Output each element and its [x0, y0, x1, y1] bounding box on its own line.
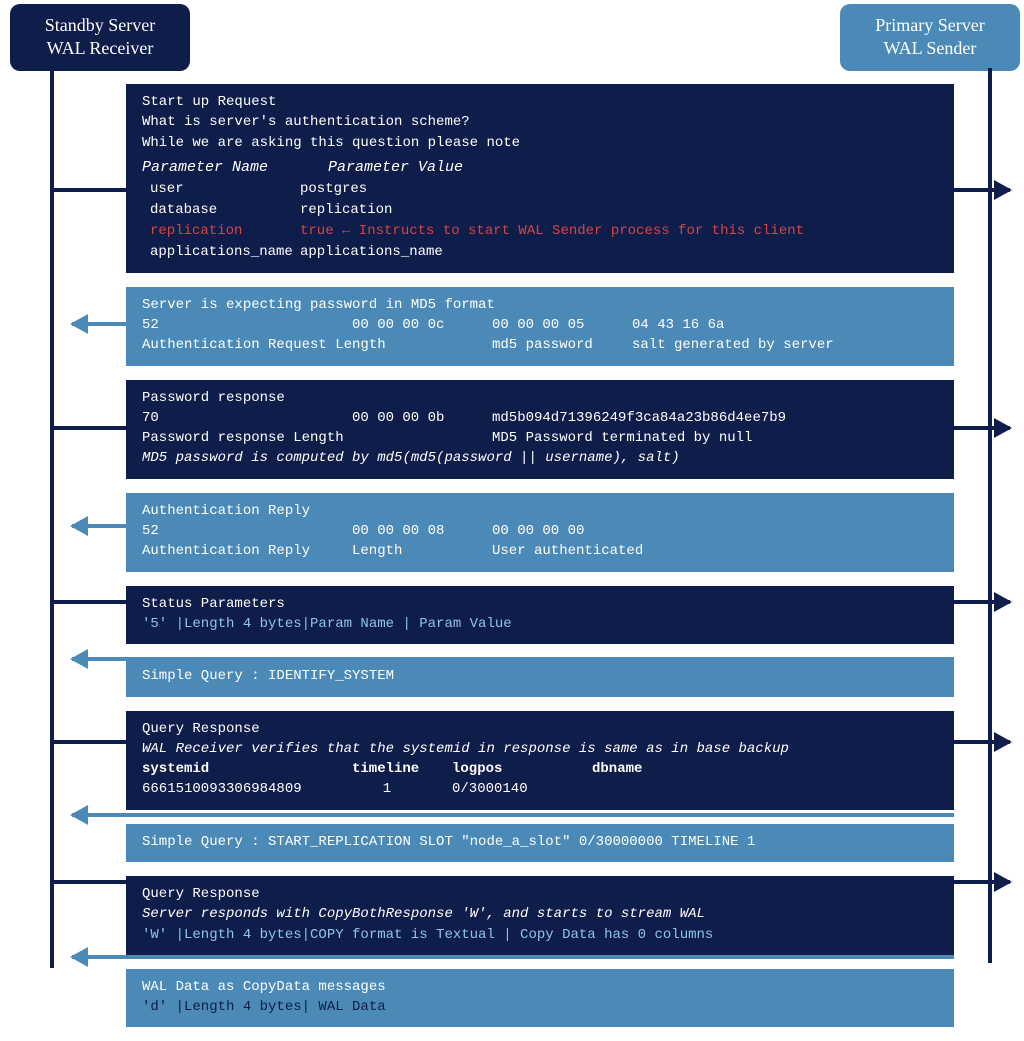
- msg3-title: Password response: [142, 388, 938, 408]
- msg4-c3a: 00 00 00 00: [492, 521, 938, 541]
- msg-start-replication: Simple Query : START_REPLICATION SLOT "n…: [126, 824, 954, 862]
- msg2-c1b: Authentication Request Length: [142, 335, 492, 355]
- msg1-line2: What is server's authentication scheme?: [142, 112, 938, 132]
- msg9-title: Query Response: [142, 884, 938, 904]
- msg3-c1b: Password response Length: [142, 428, 492, 448]
- standby-line1: Standby Server: [28, 14, 172, 37]
- msg-startup-request: Start up Request What is server's authen…: [126, 84, 954, 273]
- msg7-note: WAL Receiver verifies that the systemid …: [142, 739, 938, 759]
- msg4-c1b: Authentication Reply: [142, 541, 352, 561]
- msg-wal-data: WAL Data as CopyData messages 'd' |Lengt…: [126, 969, 954, 1028]
- param-db-val: replication: [300, 200, 938, 221]
- primary-line1: Primary Server: [858, 14, 1002, 37]
- msg10-title: WAL Data as CopyData messages: [142, 977, 938, 997]
- msg7-h1: systemid: [142, 759, 352, 779]
- msg-status-params: Status Parameters '5' |Length 4 bytes|Pa…: [126, 586, 954, 645]
- msg1-pname-header: Parameter Name: [142, 157, 268, 179]
- msg3-c2a: 00 00 00 0b: [352, 408, 492, 428]
- msg4-c3b: User authenticated: [492, 541, 938, 561]
- msg1-line3: While we are asking this question please…: [142, 133, 938, 153]
- msg1-title: Start up Request: [142, 92, 938, 112]
- msg-md5-expect: Server is expecting password in MD5 form…: [126, 287, 954, 366]
- msg7-h2: timeline: [352, 759, 452, 779]
- msg-password-response: Password response 70 00 00 00 0b md5b094…: [126, 380, 954, 479]
- msg7-v3: 0/3000140: [452, 779, 592, 799]
- msg2-c1a: 52: [142, 315, 352, 335]
- param-rep-key: replication: [150, 221, 300, 242]
- msg10-detail: 'd' |Length 4 bytes| WAL Data: [142, 997, 938, 1017]
- param-app-val: applications_name: [300, 242, 938, 263]
- msg2-c2a: 00 00 00 0c: [352, 315, 492, 335]
- msg8-text: Simple Query : START_REPLICATION SLOT "n…: [142, 832, 938, 852]
- standby-lifeline: [50, 68, 54, 968]
- msg5-detail: '5' |Length 4 bytes|Param Name | Param V…: [142, 614, 938, 634]
- msg7-title: Query Response: [142, 719, 938, 739]
- standby-line2: WAL Receiver: [28, 37, 172, 60]
- msg7-v1: 6661510093306984809: [142, 779, 352, 799]
- msg2-title: Server is expecting password in MD5 form…: [142, 295, 938, 315]
- msg-query-response-2: Query Response Server responds with Copy…: [126, 876, 954, 955]
- msg3-c3b: MD5 Password terminated by null: [492, 428, 938, 448]
- msg5-title: Status Parameters: [142, 594, 938, 614]
- param-rep-val: true ← Instructs to start WAL Sender pro…: [300, 221, 938, 242]
- msg7-v4: [592, 779, 938, 799]
- msg7-v2: 1: [352, 779, 452, 799]
- msg2-c3a: 00 00 00 05: [492, 315, 632, 335]
- param-user-key: user: [150, 179, 300, 200]
- msg-auth-reply: Authentication Reply 52 00 00 00 08 00 0…: [126, 493, 954, 572]
- primary-server-box: Primary Server WAL Sender: [840, 4, 1020, 71]
- param-user-val: postgres: [300, 179, 938, 200]
- msg7-h3: logpos: [452, 759, 592, 779]
- msg3-note: MD5 password is computed by md5(md5(pass…: [142, 448, 938, 468]
- msg6-text: Simple Query : IDENTIFY_SYSTEM: [142, 666, 938, 686]
- msg2-c3b: md5 password: [492, 335, 632, 355]
- param-db-key: database: [150, 200, 300, 221]
- msg-identify-system: Simple Query : IDENTIFY_SYSTEM: [126, 658, 954, 696]
- msg2-c4b: salt generated by server: [632, 335, 938, 355]
- msg4-c2a: 00 00 00 08: [352, 521, 492, 541]
- msg1-pval-header: Parameter Value: [328, 157, 463, 179]
- msg4-c2b: Length: [352, 541, 492, 561]
- msg9-detail: 'W' |Length 4 bytes|COPY format is Textu…: [142, 925, 938, 945]
- msg4-title: Authentication Reply: [142, 501, 938, 521]
- msg2-c4a: 04 43 16 6a: [632, 315, 938, 335]
- standby-server-box: Standby Server WAL Receiver: [10, 4, 190, 71]
- primary-lifeline: [988, 68, 992, 963]
- msg7-h4: dbname: [592, 759, 938, 779]
- msg9-note: Server responds with CopyBothResponse 'W…: [142, 904, 938, 924]
- msg3-c3a: md5b094d71396249f3ca84a23b86d4ee7b9: [492, 408, 938, 428]
- param-app-key: applications_name: [150, 242, 300, 263]
- msg-query-response-1: Query Response WAL Receiver verifies tha…: [126, 711, 954, 810]
- primary-line2: WAL Sender: [858, 37, 1002, 60]
- msg4-c1a: 52: [142, 521, 352, 541]
- msg3-c1a: 70: [142, 408, 352, 428]
